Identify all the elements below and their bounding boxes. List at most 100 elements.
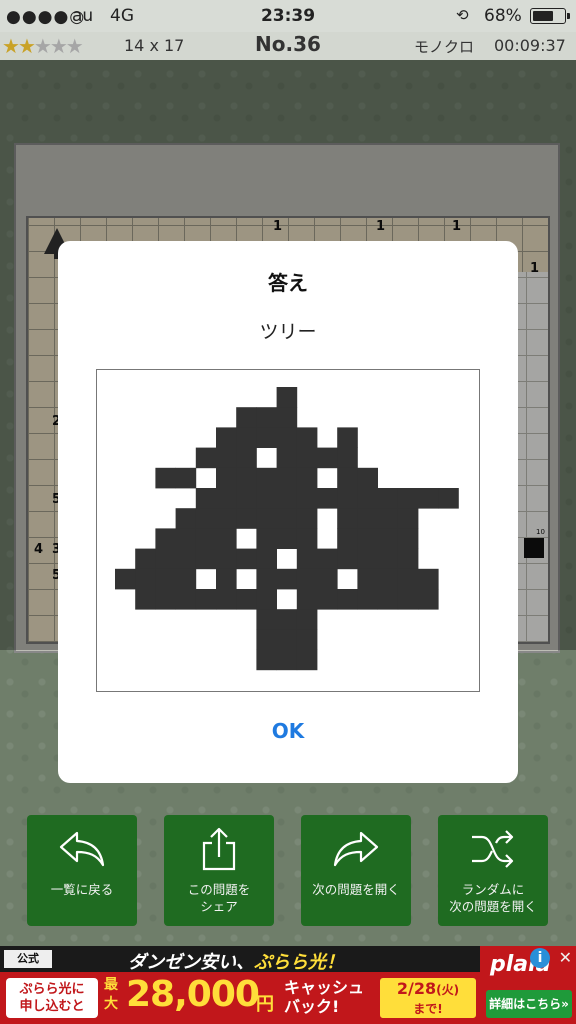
answer-pixel	[256, 609, 277, 630]
answer-pixel	[276, 387, 298, 408]
answer-pixel	[357, 568, 378, 590]
answer-pixel	[296, 609, 318, 630]
answer-pixel	[216, 467, 237, 489]
answer-pixel	[377, 589, 399, 610]
ad-details-button[interactable]: 詳細はこちら»	[486, 990, 572, 1018]
answer-pixel	[175, 528, 197, 549]
status-bar: ●●●●○ au 4G 23:39 ⟲ 68%	[0, 0, 576, 32]
answer-pixel	[256, 568, 277, 590]
answer-pixel	[377, 548, 399, 570]
answer-pixel	[296, 427, 318, 448]
answer-pixel	[236, 589, 257, 610]
answer-pixel	[337, 589, 358, 610]
ok-button[interactable]: OK	[58, 703, 518, 759]
answer-pixel	[236, 467, 257, 489]
ad-max-label: 最大	[104, 977, 118, 1012]
answer-pixel	[256, 488, 277, 509]
ad-currency: 円	[256, 994, 274, 1015]
answer-pixel	[236, 427, 257, 448]
next-problem-button[interactable]: 次の問題を開く	[301, 815, 411, 926]
ad-cashback: キャッシュ バック!	[284, 978, 365, 1016]
answer-pixel	[236, 548, 257, 570]
action-label: 次の問題を開く	[312, 882, 400, 897]
answer-pixel	[216, 427, 237, 448]
answer-pixel	[276, 427, 298, 448]
answer-pixel	[276, 568, 298, 590]
answer-pixel	[337, 427, 358, 448]
answer-pixel	[418, 568, 439, 590]
answer-pixel	[195, 528, 217, 549]
puzzle-info-bar: ★★★★★ 14 x 17 No.36 モノクロ 00:09:37	[0, 32, 576, 60]
puzzle-number: No.36	[255, 32, 321, 56]
answer-pixel	[175, 589, 197, 610]
answer-pixel	[155, 568, 176, 590]
answer-pixel	[195, 548, 217, 570]
answer-pixel	[337, 488, 358, 509]
answer-pixel	[216, 508, 237, 529]
answer-pixel	[296, 649, 318, 671]
answer-pixel	[155, 589, 176, 610]
answer-pixel	[276, 609, 298, 630]
answer-pixel	[256, 589, 277, 610]
ad-amount: 28,000	[126, 974, 260, 1015]
answer-pixel	[256, 649, 277, 671]
answer-pixel	[397, 568, 419, 590]
answer-pixel	[397, 589, 419, 610]
ad-close-icon[interactable]: ✕	[559, 948, 572, 967]
answer-pixel	[216, 568, 237, 590]
answer-pixel	[357, 528, 378, 549]
answer-pixel	[135, 548, 156, 570]
ad-date: 2/28	[396, 979, 437, 998]
answer-pixel	[195, 508, 217, 529]
answer-pixel	[256, 528, 277, 549]
share-problem-button[interactable]: この問題を シェア	[164, 815, 274, 926]
random-next-problem-button[interactable]: ランダムに 次の問題を開く	[438, 815, 548, 926]
answer-pixel	[296, 467, 318, 489]
elapsed-timer: 00:09:37	[494, 36, 566, 55]
ad-banner[interactable]: 公式 ダンゼン安い、ぷらら光！ ぷらら光に 申し込むと 最大 28,000 円 …	[0, 946, 576, 1024]
answer-pixel	[357, 548, 378, 570]
ad-deadline: 2/28(火) まで!	[380, 978, 476, 1018]
answer-pixel	[155, 548, 176, 570]
answer-pixel	[357, 508, 378, 529]
battery-icon	[530, 8, 570, 24]
dialog-title: 答え	[268, 271, 308, 295]
answer-pixel	[276, 649, 298, 671]
answer-pixel	[296, 508, 318, 529]
answer-pixel	[216, 447, 237, 469]
answer-pixel	[195, 488, 217, 509]
answer-pixel	[256, 467, 277, 489]
answer-pixel	[317, 548, 338, 570]
battery-percent: 68%	[484, 6, 522, 26]
answer-pixel	[296, 528, 318, 549]
action-label: 一覧に戻る	[50, 882, 114, 897]
answer-pixel	[276, 508, 298, 529]
answer-pixel	[397, 528, 419, 549]
answer-pixel	[317, 447, 338, 469]
forward-icon	[333, 831, 379, 867]
answer-pixel	[276, 488, 298, 509]
answer-pixel	[216, 548, 237, 570]
action-label: この問題を シェア	[187, 882, 251, 914]
answer-pixel	[135, 568, 156, 590]
action-label: ランダムに 次の問題を開く	[449, 882, 537, 914]
answer-pixel	[377, 488, 399, 509]
back-to-list-button[interactable]: 一覧に戻る	[27, 815, 137, 926]
answer-pixel	[175, 467, 197, 489]
answer-pixel	[337, 548, 358, 570]
answer-pixel	[296, 488, 318, 509]
answer-pixel	[397, 508, 419, 529]
ad-date-day: (火)	[436, 983, 460, 997]
answer-pixel	[195, 589, 217, 610]
ad-apply-cta[interactable]: ぷらら光に 申し込むと	[6, 978, 98, 1018]
answer-pixel	[397, 548, 419, 570]
answer-pixel	[276, 467, 298, 489]
answer-pixel	[377, 568, 399, 590]
answer-pixel	[155, 528, 176, 549]
answer-pixel	[276, 447, 298, 469]
answer-name: ツリー	[259, 321, 317, 343]
answer-pixel	[276, 528, 298, 549]
ad-info-icon[interactable]: i	[530, 948, 550, 968]
answer-pixel	[377, 508, 399, 529]
answer-pixel	[337, 528, 358, 549]
